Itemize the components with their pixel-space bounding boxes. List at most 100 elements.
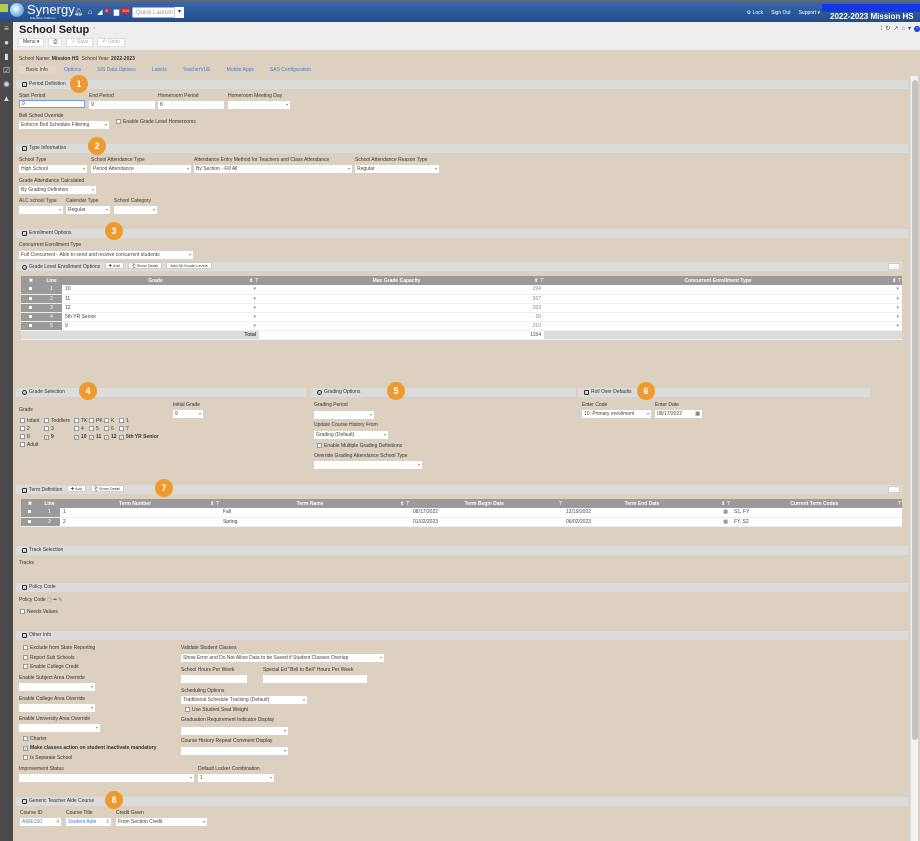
section-type-information[interactable]: - Type Information — [16, 144, 908, 153]
max-capacity-input[interactable]: 263 — [259, 303, 544, 313]
max-capacity-input[interactable]: 20 — [259, 312, 544, 322]
grade-checkbox-5th-yr-senior[interactable]: 5th YR Senior — [119, 433, 159, 441]
max-capacity-input[interactable]: 310 — [259, 321, 544, 331]
attendance-reason-type-select[interactable]: Regular — [355, 165, 439, 173]
enrollment-row[interactable]: 5 9 ▾ 310 ▾ — [21, 321, 902, 331]
row-select-checkbox[interactable] — [21, 312, 41, 322]
bell-sched-override-select[interactable]: Enforce Bell Schedule Filtering — [19, 121, 109, 129]
favorite-icon[interactable]: ▪ — [93, 26, 95, 32]
section-generic-teacher-aide-course[interactable]: - Generic Teacher Aide Course — [16, 797, 908, 806]
message-icon[interactable]: ▆ — [114, 8, 119, 16]
term-name-input[interactable]: Fall — [220, 508, 410, 518]
home-icon[interactable]: ⌂ — [88, 9, 92, 16]
tab-sis-data-options[interactable]: SIS Data Options — [89, 66, 144, 74]
max-capacity-column-header[interactable]: Max Grade Capacity ⇕ ⊤ — [259, 276, 544, 285]
grade-checkbox-11[interactable]: 11 — [89, 433, 104, 441]
update-course-history-select[interactable]: Grading (Default) — [314, 431, 388, 439]
credit-given-select[interactable]: From Section Credit — [116, 818, 207, 826]
enrollment-row[interactable]: 3 12 ▾ 263 ▾ — [21, 303, 902, 313]
tab-options[interactable]: Options — [56, 66, 89, 74]
section-grading-options[interactable]: ○ Grading Options — [311, 388, 576, 397]
row-select-checkbox[interactable] — [21, 303, 41, 313]
tab-basic-info[interactable]: Basic Info — [18, 66, 56, 74]
term-delete-column-header[interactable]: ✖ — [21, 499, 39, 508]
enter-code-select[interactable]: 10: Primary enrollment — [582, 410, 651, 418]
graduation-requirement-display-select[interactable] — [181, 727, 288, 735]
more-options-button[interactable]: … — [888, 263, 900, 270]
add-all-grade-levels-button[interactable]: Add All Grade Levels — [166, 262, 212, 269]
scheduling-options-select[interactable]: Traditional Schedule Tracking (Default) — [181, 696, 307, 704]
grading-period-select[interactable] — [314, 411, 374, 419]
attendance-entry-method-select[interactable]: By Section - Fill All — [194, 165, 352, 173]
section-other-info[interactable]: - Other Info — [16, 631, 908, 640]
grade-checkbox-8[interactable]: 8 — [20, 433, 44, 441]
use-student-seat-weight-checkbox[interactable]: Use Student Seat Weight — [185, 707, 248, 713]
report-sub-schools-checkbox[interactable]: Report Sub Schools — [23, 655, 74, 661]
term-begin-date-input[interactable]: 01/02/2023 — [410, 517, 563, 527]
row-select-checkbox[interactable] — [21, 294, 41, 304]
concurrent-type-column-header[interactable]: Concurrent Enrollment Type ⇕ ⊤ — [544, 276, 902, 285]
vertical-scrollbar[interactable] — [910, 76, 918, 841]
row-select-checkbox[interactable] — [21, 517, 39, 527]
grade-attendance-calculated-select[interactable]: By Grading Definition — [19, 186, 96, 194]
university-area-override-select[interactable] — [19, 724, 100, 732]
current-term-codes-column-header[interactable]: Current Term Codes ⊤ — [731, 499, 902, 508]
policy-info-icon[interactable]: ▢ — [47, 597, 52, 603]
sign-out-link[interactable]: Sign Out — [771, 10, 790, 16]
alc-school-type-select[interactable] — [19, 206, 63, 214]
college-area-override-select[interactable] — [19, 704, 95, 712]
road-icon[interactable]: ▲ — [0, 92, 13, 106]
school-category-select[interactable] — [114, 206, 157, 214]
make-classes-mandatory-checkbox[interactable]: Make classes action on student inactivat… — [23, 745, 156, 751]
scrollbar-thumb[interactable] — [912, 80, 918, 740]
override-grading-attendance-select[interactable] — [314, 461, 422, 469]
grade-checkbox-4[interactable]: 4 — [74, 425, 89, 433]
enable-college-credit-checkbox[interactable]: Enable College Credit — [23, 664, 79, 670]
grade-checkbox-infant[interactable]: Infant — [20, 417, 44, 425]
grade-checkbox-toddlers[interactable]: Toddlers — [44, 417, 74, 425]
section-track-selection[interactable]: - Track Selection — [16, 546, 908, 555]
course-id-input[interactable]: AIDE150 ∂ — [20, 818, 61, 826]
add-term-button[interactable]: ✚ Add — [66, 485, 87, 492]
grade-checkbox-1[interactable]: 1 — [119, 417, 134, 425]
save-button[interactable]: ✓ Save — [66, 38, 94, 47]
term-row[interactable]: 2 2 Spring 01/02/2023 06/02/2023 ▦ FY, S2 — [21, 517, 902, 527]
grade-checkbox-7[interactable]: 7 — [119, 425, 134, 433]
school-icon[interactable]: ⌂ — [901, 26, 905, 32]
quick-launch-dropdown[interactable]: ▾ — [174, 7, 184, 18]
checklist-icon[interactable]: ☑ — [0, 64, 13, 78]
grade-checkbox-3[interactable]: 3 — [44, 425, 74, 433]
calendar-type-select[interactable]: Regular — [66, 206, 110, 214]
section-term-definition[interactable]: - Term Definition ✚ Add ⎗ Show Detail … — [16, 485, 902, 494]
max-capacity-input[interactable]: 267 — [259, 294, 544, 304]
gear-icon[interactable]: ✺ — [0, 78, 13, 92]
term-number-input[interactable]: 1 — [60, 508, 220, 518]
course-history-repeat-select[interactable] — [181, 747, 288, 755]
term-row[interactable]: 1 1 Fall 08/17/2022 12/19/2022 ▦ S1, FY — [21, 508, 902, 518]
grade-checkbox-9[interactable]: 9 — [44, 433, 74, 441]
term-name-input[interactable]: Spring — [220, 517, 410, 527]
delete-column-header[interactable]: ✖ — [21, 276, 41, 285]
lock-button[interactable]: ⚙ Lock — [747, 10, 763, 16]
bell-icon[interactable]: 🔔︎ — [74, 8, 83, 16]
grade-select[interactable]: 11 ▾ — [62, 294, 259, 304]
calendar-icon[interactable]: ▦ — [695, 410, 700, 418]
link-icon[interactable]: ∂ — [107, 818, 109, 826]
help-icon[interactable]: ? — [914, 25, 920, 32]
support-menu[interactable]: Support ▾ — [799, 10, 820, 16]
concurrent-type-select[interactable]: ▾ — [544, 321, 902, 331]
term-end-date-input[interactable]: 06/02/2023 ▦ — [563, 517, 731, 527]
validate-student-classes-select[interactable]: Show Error and Do Not Allow Data to be S… — [181, 654, 384, 662]
grade-checkbox-5[interactable]: 5 — [89, 425, 104, 433]
section-period-definition[interactable]: - Period Definition — [16, 80, 908, 89]
concurrent-type-select[interactable]: ▾ — [544, 303, 902, 313]
concurrent-type-select[interactable]: ▾ — [544, 285, 902, 295]
improvement-status-select[interactable] — [19, 774, 194, 782]
sped-bell-hours-input[interactable] — [263, 675, 367, 683]
grade-checkbox-12[interactable]: 12 — [104, 433, 119, 441]
term-number-input[interactable]: 2 — [60, 517, 220, 527]
section-grade-selection[interactable]: ○ Grade Selection — [16, 388, 306, 397]
enable-grade-homerooms-checkbox[interactable]: Enable Grade Level Homerooms — [116, 119, 196, 125]
subject-area-override-select[interactable] — [19, 683, 95, 691]
grade-checkbox-2[interactable]: 2 — [20, 425, 44, 433]
